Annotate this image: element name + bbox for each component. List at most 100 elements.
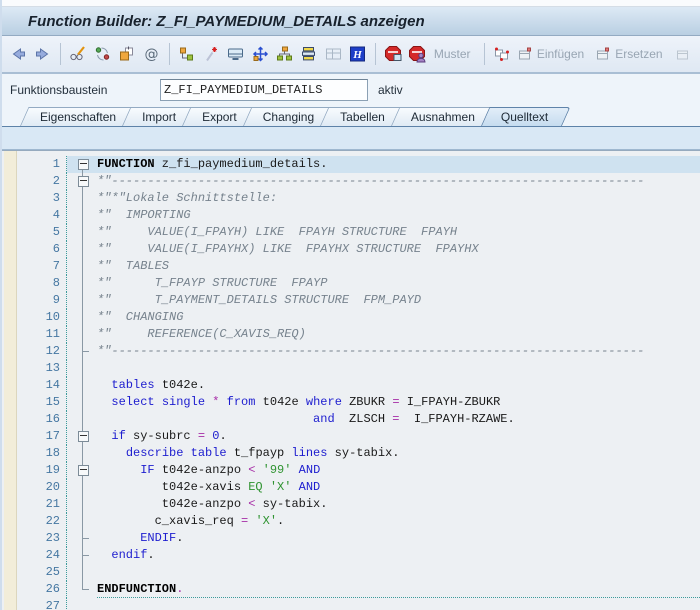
fold-toggle-icon[interactable] <box>78 159 89 170</box>
replace-label: Ersetzen <box>615 47 662 61</box>
navigate-button[interactable] <box>249 42 271 66</box>
code-text <box>97 360 700 377</box>
code-line[interactable]: 22 c_xavis_req = 'X'. <box>18 513 700 530</box>
code-line[interactable]: 7*" TABLES <box>18 258 700 275</box>
function-module-label: Funktionsbaustein <box>10 83 160 97</box>
code-line[interactable]: 9*" T_PAYMENT_DETAILS STRUCTURE FPM_PAYD <box>18 292 700 309</box>
table-settings-button[interactable] <box>322 42 344 66</box>
code-text: *" CHANGING <box>97 309 700 326</box>
test-button[interactable] <box>224 42 246 66</box>
tab-changing[interactable]: Changing <box>243 107 328 126</box>
pretty-printer-icon <box>492 45 511 63</box>
muster-button[interactable]: Muster <box>430 47 479 61</box>
stack-icon <box>299 45 318 63</box>
pattern-wand-button[interactable] <box>200 42 222 66</box>
refresh-button[interactable] <box>91 42 113 66</box>
muster-label: Muster <box>434 47 471 61</box>
code-line[interactable]: 3*"*"Lokale Schnittstelle: <box>18 190 700 207</box>
code-line[interactable]: 2*"-------------------------------------… <box>18 173 700 190</box>
code-line[interactable]: 1FUNCTION z_fi_paymedium_details. <box>18 156 700 173</box>
back-button[interactable] <box>7 42 29 66</box>
forward-button[interactable] <box>31 42 53 66</box>
code-line[interactable]: 12*"------------------------------------… <box>18 343 700 360</box>
code-line[interactable]: 21 t042e-anzpo < sy-tabix. <box>18 496 700 513</box>
code-line[interactable]: 6 *" VALUE(I_FPAYHX) LIKE FPAYHX STRUCTUR… <box>18 241 700 258</box>
code-line[interactable]: 17 if sy-subrc = 0. <box>18 428 700 445</box>
fold-toggle-icon[interactable] <box>78 176 89 187</box>
tab-label: Import <box>142 110 176 124</box>
fold-gutter <box>67 309 97 326</box>
copy-icon <box>117 45 136 63</box>
code-line[interactable]: 14 tables t042e. <box>18 377 700 394</box>
code-text: *"*"Lokale Schnittstelle: <box>97 190 700 207</box>
breakpoint-button[interactable] <box>382 42 404 66</box>
edge-clipped-button[interactable] <box>673 42 695 66</box>
svg-text:@: @ <box>144 47 158 63</box>
code-text: *"--------------------------------------… <box>97 173 700 190</box>
hierarchy-button[interactable] <box>175 42 197 66</box>
code-line[interactable]: 19 IF t042e-anzpo < '99' AND <box>18 462 700 479</box>
code-line[interactable]: 4*" IMPORTING <box>18 207 700 224</box>
fold-gutter <box>67 156 97 173</box>
code-line[interactable]: 24 endif. <box>18 547 700 564</box>
code-line[interactable]: 18 describe table t_fpayp lines sy-tabix… <box>18 445 700 462</box>
code-text <box>97 564 700 581</box>
line-number: 6 <box>18 241 67 258</box>
code-text: IF t042e-anzpo < '99' AND <box>97 462 700 479</box>
copy-button[interactable] <box>116 42 138 66</box>
tab-label: Ausnahmen <box>411 110 475 124</box>
fold-gutter <box>67 360 97 377</box>
code-line[interactable]: 25 <box>18 564 700 581</box>
tab-tabellen[interactable]: Tabellen <box>320 107 399 126</box>
where-used-spiral-icon: @ <box>142 45 161 63</box>
line-number: 4 <box>18 207 67 224</box>
fold-gutter <box>67 275 97 292</box>
pretty-printer-button[interactable] <box>490 42 512 66</box>
code-line[interactable]: 10 *" CHANGING <box>18 309 700 326</box>
fold-toggle-icon[interactable] <box>78 431 89 442</box>
tab-label: Quelltext <box>501 110 548 124</box>
line-number: 10 <box>18 309 67 326</box>
code-line[interactable]: 11*" REFERENCE(C_XAVIS_REQ) <box>18 326 700 343</box>
insert-button[interactable]: Einfügen <box>514 45 592 63</box>
toolbar-separator <box>375 43 376 65</box>
refresh-icon <box>93 45 112 63</box>
code-line[interactable]: 16 and ZLSCH = I_FPAYH-RZAWE. <box>18 411 700 428</box>
code-line[interactable]: 5*" VALUE(I_FPAYH) LIKE FPAYH STRUCTURE … <box>18 224 700 241</box>
code-line[interactable]: 23 ENDIF. <box>18 530 700 547</box>
code-line[interactable]: 26ENDFUNCTION. <box>18 581 700 598</box>
code-text: t042e-anzpo < sy-tabix. <box>97 496 700 513</box>
code-line[interactable]: 27 <box>18 598 700 610</box>
code-text: *" VALUE(I_FPAYHX) LIKE FPAYHX STRUCTURE… <box>97 241 700 258</box>
tabstrip: Eigenschaften Import ExportChanging Tabelle… <box>2 105 700 127</box>
tab-export[interactable]: Export <box>182 107 251 126</box>
tab-ausnahmen[interactable]: Ausnahmen <box>391 107 489 126</box>
display-change-button[interactable] <box>67 42 89 66</box>
fold-gutter <box>67 241 97 258</box>
fold-gutter <box>67 462 97 479</box>
code-line[interactable]: 8*" T_FPAYP STRUCTURE FPAYP <box>18 275 700 292</box>
tab-eigenschaften[interactable]: Eigenschaften <box>20 107 130 126</box>
where-used-button[interactable]: @ <box>140 42 162 66</box>
line-number: 9 <box>18 292 67 309</box>
session-breakpoint-button[interactable] <box>406 42 428 66</box>
tab-import[interactable]: Import <box>122 107 190 126</box>
tab-quelltext[interactable]: Quelltext <box>481 107 562 126</box>
code-line[interactable]: 20 t042e-xavis EQ 'X' AND <box>18 479 700 496</box>
code-text: *" TABLES <box>97 258 700 275</box>
code-text: *" VALUE(I_FPAYH) LIKE FPAYH STRUCTURE F… <box>97 224 700 241</box>
tab-label: Tabellen <box>340 110 385 124</box>
object-list-button[interactable] <box>273 42 295 66</box>
navigate-arrows-icon <box>251 45 270 63</box>
abap-source-editor[interactable]: 1FUNCTION z_fi_paymedium_details.2*"----… <box>2 150 700 610</box>
svg-text:H: H <box>353 49 363 61</box>
code-line[interactable]: 13 <box>18 360 700 377</box>
documentation-button[interactable]: H <box>347 42 369 66</box>
code-line[interactable]: 15 select single * from t042e where ZBUK… <box>18 394 700 411</box>
replace-button[interactable]: Ersetzen <box>592 45 670 63</box>
replace-icon <box>594 45 613 63</box>
fold-toggle-icon[interactable] <box>78 465 89 476</box>
stack-button[interactable] <box>298 42 320 66</box>
function-name-input[interactable] <box>160 79 368 101</box>
code-text <box>97 598 700 610</box>
